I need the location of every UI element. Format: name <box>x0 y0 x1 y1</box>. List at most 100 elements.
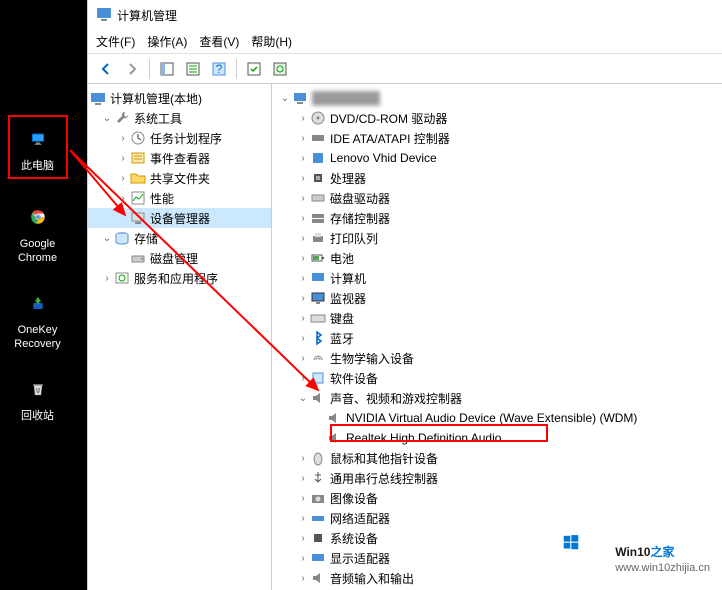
expand-icon[interactable]: › <box>296 513 310 524</box>
event-icon <box>130 150 146 166</box>
expand-icon[interactable]: › <box>296 133 310 144</box>
expand-icon[interactable]: › <box>296 233 310 244</box>
action-button[interactable] <box>242 57 266 81</box>
app-icon <box>96 6 112 25</box>
cat-battery[interactable]: ›电池 <box>272 248 722 268</box>
dev-nvidia-audio[interactable]: NVIDIA Virtual Audio Device (Wave Extens… <box>272 408 722 428</box>
expand-icon[interactable]: › <box>296 153 310 164</box>
expand-icon[interactable]: › <box>116 193 130 204</box>
cat-ide[interactable]: ›IDE ATA/ATAPI 控制器 <box>272 128 722 148</box>
tree-task-scheduler[interactable]: › 任务计划程序 <box>88 128 271 148</box>
cat-biometric[interactable]: › 生物学输入设备 <box>272 348 722 368</box>
menu-file[interactable]: 文件(F) <box>96 33 135 50</box>
desktop-icon-chrome[interactable]: Google Chrome <box>8 199 68 265</box>
tree-root[interactable]: 计算机管理(本地) <box>88 88 271 108</box>
watermark: Win10之家 www.win10zhijia.cn <box>563 534 710 578</box>
device-root[interactable]: ⌄ ████████ <box>272 88 722 108</box>
cat-mouse[interactable]: ›鼠标和其他指针设备 <box>272 448 722 468</box>
expand-icon[interactable]: › <box>296 173 310 184</box>
expand-icon[interactable]: › <box>296 213 310 224</box>
collapse-icon[interactable]: ⌄ <box>100 113 114 124</box>
desktop-icon-this-pc[interactable]: 此电脑 <box>8 115 68 179</box>
tree-storage[interactable]: ⌄ 存储 <box>88 228 271 248</box>
expand-icon[interactable]: › <box>296 473 310 484</box>
cat-sound[interactable]: ⌄声音、视频和游戏控制器 <box>272 388 722 408</box>
device-label: Lenovo Vhid Device <box>330 151 437 165</box>
properties-button[interactable] <box>181 57 205 81</box>
tree-shared-folders[interactable]: › 共享文件夹 <box>88 168 271 188</box>
menu-action[interactable]: 操作(A) <box>147 33 187 50</box>
cat-keyboard[interactable]: ›键盘 <box>272 308 722 328</box>
hid-icon <box>310 150 326 166</box>
disk-icon <box>130 250 146 266</box>
cat-disk[interactable]: ›磁盘驱动器 <box>272 188 722 208</box>
menubar: 文件(F) 操作(A) 查看(V) 帮助(H) <box>88 30 722 54</box>
expand-icon[interactable]: › <box>296 553 310 564</box>
forward-button[interactable] <box>120 57 144 81</box>
svg-text:?: ? <box>216 62 223 76</box>
cat-storage-ctrl[interactable]: ›存储控制器 <box>272 208 722 228</box>
tree-disk-mgmt[interactable]: 磁盘管理 <box>88 248 271 268</box>
tree-device-manager[interactable]: 设备管理器 <box>88 208 271 228</box>
watermark-brand: Win10之家 <box>615 539 710 562</box>
back-button[interactable] <box>94 57 118 81</box>
menu-view[interactable]: 查看(V) <box>199 33 239 50</box>
cat-dvd[interactable]: ›DVD/CD-ROM 驱动器 <box>272 108 722 128</box>
expand-icon[interactable]: › <box>296 493 310 504</box>
cat-monitor[interactable]: ›监视器 <box>272 288 722 308</box>
cat-print[interactable]: ›打印队列 <box>272 228 722 248</box>
collapse-icon[interactable]: ⌄ <box>296 393 310 404</box>
refresh-button[interactable] <box>268 57 292 81</box>
window-title: 计算机管理 <box>117 7 177 24</box>
expand-icon[interactable]: › <box>116 173 130 184</box>
tree-system-tools[interactable]: ⌄ 系统工具 <box>88 108 271 128</box>
cat-computer[interactable]: ›计算机 <box>272 268 722 288</box>
expand-icon[interactable]: › <box>296 293 310 304</box>
cat-bluetooth[interactable]: ›蓝牙 <box>272 328 722 348</box>
expand-icon[interactable]: › <box>100 273 114 284</box>
expand-icon[interactable]: › <box>296 373 310 384</box>
expand-icon[interactable]: › <box>296 273 310 284</box>
device-label: 音频输入和输出 <box>330 570 414 587</box>
expand-icon[interactable]: › <box>296 573 310 584</box>
gpu-icon <box>310 550 326 566</box>
tree-label: 设备管理器 <box>150 210 210 227</box>
collapse-icon[interactable]: ⌄ <box>278 93 292 104</box>
show-hide-button[interactable] <box>155 57 179 81</box>
cat-imaging[interactable]: ›图像设备 <box>272 488 722 508</box>
expand-icon[interactable]: › <box>296 453 310 464</box>
tree-services[interactable]: › 服务和应用程序 <box>88 268 271 288</box>
camera-icon <box>310 490 326 506</box>
expand-icon[interactable]: › <box>296 333 310 344</box>
recycle-bin-icon <box>20 371 56 407</box>
expand-icon[interactable]: › <box>296 193 310 204</box>
cat-usb[interactable]: ›通用串行总线控制器 <box>272 468 722 488</box>
dvd-icon <box>310 110 326 126</box>
dev-realtek-audio[interactable]: Realtek High Definition Audio <box>272 428 722 448</box>
device-label: 生物学输入设备 <box>330 350 414 367</box>
cat-cpu[interactable]: ›处理器 <box>272 168 722 188</box>
expand-icon[interactable]: › <box>296 113 310 124</box>
cat-software[interactable]: ›软件设备 <box>272 368 722 388</box>
windows-logo-icon <box>563 534 607 578</box>
expand-icon[interactable]: › <box>116 133 130 144</box>
menu-help[interactable]: 帮助(H) <box>251 33 292 50</box>
toolbar: ? <box>88 54 722 84</box>
services-icon <box>114 270 130 286</box>
expand-icon[interactable]: › <box>296 353 310 364</box>
desktop-icon-onekey[interactable]: OneKey Recovery <box>8 285 68 351</box>
expand-icon[interactable]: › <box>296 313 310 324</box>
collapse-icon[interactable]: ⌄ <box>100 233 114 244</box>
cat-lenovo[interactable]: › Lenovo Vhid Device <box>272 148 722 168</box>
desktop-icon-recycle[interactable]: 回收站 <box>8 371 68 423</box>
cat-network[interactable]: ›网络适配器 <box>272 508 722 528</box>
tree-performance[interactable]: › 性能 <box>88 188 271 208</box>
expand-icon[interactable]: › <box>296 253 310 264</box>
ide-icon <box>310 130 326 146</box>
tree-label: 存储 <box>134 230 158 247</box>
expand-icon[interactable]: › <box>296 533 310 544</box>
help-button[interactable]: ? <box>207 57 231 81</box>
tree-event-viewer[interactable]: › 事件查看器 <box>88 148 271 168</box>
expand-icon[interactable]: › <box>116 153 130 164</box>
ctrl-icon <box>310 210 326 226</box>
